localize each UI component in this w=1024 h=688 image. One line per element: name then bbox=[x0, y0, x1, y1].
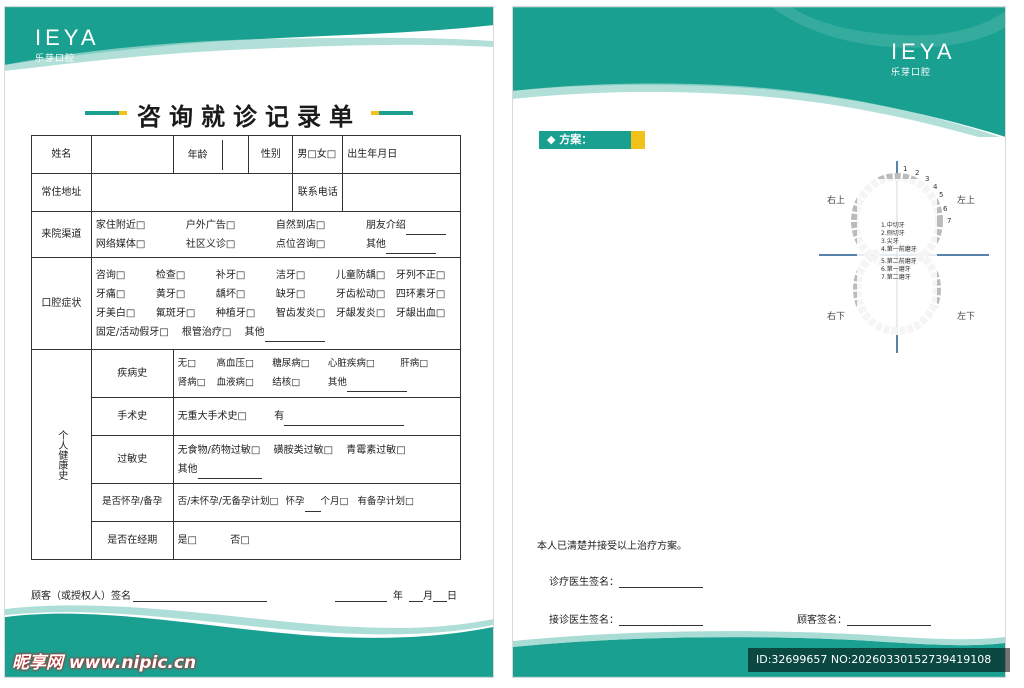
page-title: 咨询就诊记录单 bbox=[137, 103, 361, 131]
symptom-label: 口腔症状 bbox=[31, 257, 92, 350]
table-row: 个人健康史 疾病史 无□ 高血压□ 糖尿病□ 心脏疾病□ 肝病□ 肾病□ 血液病… bbox=[31, 349, 462, 560]
table-row: 来院渠道 家住附近□ 户外广告□ 自然到店□ 朋友介绍 网络媒体□ 社区义诊□ … bbox=[31, 211, 462, 258]
channel-label: 来院渠道 bbox=[31, 211, 92, 258]
svg-text:5.第二前磨牙: 5.第二前磨牙 bbox=[881, 257, 917, 265]
table-row: 常住地址 联系电话 bbox=[31, 173, 461, 212]
svg-text:4: 4 bbox=[933, 183, 938, 191]
treatment-plan-page: IEYA 乐芽口腔 ◆ 方案： 右上 左上 右下 左下 1 2 3 4 5 6 … bbox=[512, 6, 1006, 678]
quadrant-upper-right: 右上 bbox=[827, 194, 845, 206]
disease-options[interactable]: 无□ 高血压□ 糖尿病□ 心脏疾病□ 肝病□ 肾病□ 血液病□ 结核□ 其他 bbox=[172, 349, 462, 398]
consent-statement: 本人已清楚并接受以上治疗方案。 bbox=[537, 541, 687, 552]
period-label: 是否在经期 bbox=[90, 521, 174, 560]
quadrant-lower-left: 左下 bbox=[957, 310, 975, 322]
name-field[interactable] bbox=[90, 135, 174, 174]
quadrant-lower-right: 右下 bbox=[827, 310, 845, 322]
receiver-signature-line[interactable]: 接诊医生签名： bbox=[549, 611, 703, 626]
table-row: 姓名 年龄 性别 男□女□ 出生年月日 bbox=[31, 135, 461, 174]
quadrant-upper-left: 左上 bbox=[957, 194, 975, 206]
plan-label: ◆ 方案： bbox=[539, 131, 645, 149]
table-row: 手术史 无重大手术史□ 有 bbox=[32, 397, 462, 436]
phone-label: 联系电话 bbox=[292, 173, 344, 212]
channel-options[interactable]: 家住附近□ 户外广告□ 自然到店□ 朋友介绍 网络媒体□ 社区义诊□ 点位咨询□… bbox=[90, 211, 462, 258]
table-row: 过敏史 无食物/药物过敏□ 磺胺类过敏□ 青霉素过敏□ 其他 bbox=[32, 435, 462, 484]
address-field[interactable] bbox=[90, 173, 294, 212]
title-decoration-right bbox=[371, 111, 413, 115]
phone-field[interactable] bbox=[342, 173, 461, 212]
period-options[interactable]: 是□ 否□ bbox=[172, 521, 462, 560]
image-id-watermark: ID:32699657 NO:20260330152739419108 bbox=[748, 648, 1010, 672]
svg-text:2.侧切牙: 2.侧切牙 bbox=[881, 229, 905, 237]
symptom-options[interactable]: 咨询□ 检查□ 补牙□ 洁牙□ 儿童防龋□ 牙列不正□ 牙痛□ 黄牙□ 龋坏□ … bbox=[90, 257, 462, 350]
svg-text:1: 1 bbox=[903, 165, 907, 173]
site-watermark: 昵享网 www.nipic.cn bbox=[12, 653, 197, 673]
address-label: 常住地址 bbox=[31, 173, 92, 212]
svg-text:3.尖牙: 3.尖牙 bbox=[881, 237, 899, 245]
table-row: 是否在经期 是□ 否□ bbox=[32, 521, 462, 560]
dob-label[interactable]: 出生年月日 bbox=[342, 135, 461, 174]
age-cell[interactable]: 年龄 bbox=[172, 135, 250, 174]
record-form-page: IEYA 乐芽口腔 咨询就诊记录单 姓名 年龄 性别 男□女□ 出生年月日 常住… bbox=[4, 6, 494, 678]
health-history-label: 个人健康史 bbox=[31, 349, 92, 560]
svg-text:2: 2 bbox=[915, 169, 919, 177]
dental-chart: 右上 左上 右下 左下 1 2 3 4 5 6 7 1.中切牙 2.侧切牙 3.… bbox=[819, 161, 989, 353]
svg-text:1.中切牙: 1.中切牙 bbox=[881, 221, 905, 229]
customer-signature-line[interactable]: 顾客签名： bbox=[797, 611, 931, 626]
gender-label: 性别 bbox=[248, 135, 294, 174]
svg-text:5: 5 bbox=[939, 191, 943, 199]
brand-logo: IEYA 乐芽口腔 bbox=[891, 39, 956, 79]
svg-text:3: 3 bbox=[925, 175, 929, 183]
record-table: 姓名 年龄 性别 男□女□ 出生年月日 常住地址 联系电话 来院渠道 家住附近□… bbox=[31, 135, 462, 560]
svg-text:6: 6 bbox=[943, 205, 948, 213]
name-label: 姓名 bbox=[31, 135, 92, 174]
allergy-label: 过敏史 bbox=[90, 435, 174, 484]
svg-text:6.第一磨牙: 6.第一磨牙 bbox=[881, 265, 911, 273]
svg-text:7.第二磨牙: 7.第二磨牙 bbox=[881, 273, 911, 281]
gender-options[interactable]: 男□女□ bbox=[292, 135, 344, 174]
brand-logo: IEYA 乐芽口腔 bbox=[35, 25, 100, 65]
disease-label: 疾病史 bbox=[90, 349, 174, 398]
doctor-signature-line[interactable]: 诊疗医生签名： bbox=[549, 573, 703, 588]
allergy-options[interactable]: 无食物/药物过敏□ 磺胺类过敏□ 青霉素过敏□ 其他 bbox=[172, 435, 462, 484]
svg-text:4.第一前磨牙: 4.第一前磨牙 bbox=[881, 245, 917, 253]
pregnancy-label: 是否怀孕/备孕 bbox=[90, 483, 174, 522]
table-row: 是否怀孕/备孕 否/未怀孕/无备孕计划□ 怀孕 个月□ 有备孕计划□ bbox=[32, 483, 462, 522]
table-row: 口腔症状 咨询□ 检查□ 补牙□ 洁牙□ 儿童防龋□ 牙列不正□ 牙痛□ 黄牙□… bbox=[31, 257, 462, 350]
svg-text:7: 7 bbox=[947, 217, 951, 225]
surgery-label: 手术史 bbox=[90, 397, 174, 436]
surgery-options[interactable]: 无重大手术史□ 有 bbox=[172, 397, 462, 436]
pregnancy-options[interactable]: 否/未怀孕/无备孕计划□ 怀孕 个月□ 有备孕计划□ bbox=[172, 483, 462, 522]
